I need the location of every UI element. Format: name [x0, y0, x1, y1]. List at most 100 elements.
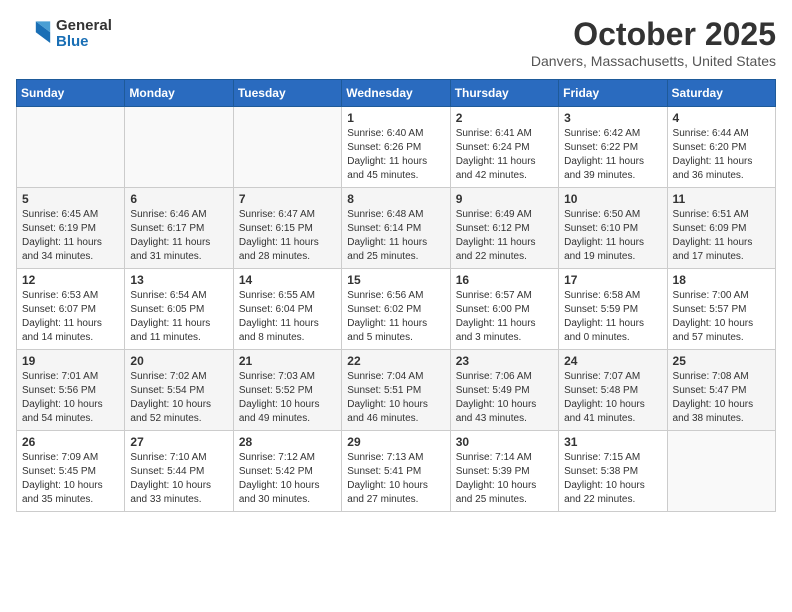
- calendar-cell: 16 Sunrise: 6:57 AMSunset: 6:00 PMDayligh…: [450, 269, 558, 350]
- day-info: Sunrise: 6:55 AMSunset: 6:04 PMDaylight:…: [239, 289, 336, 345]
- calendar-cell: 14Sunrise: 6:55 AMSunset: 6:04 PMDayligh…: [233, 269, 341, 350]
- calendar-cell: 27 Sunrise: 7:10 AMSunset: 5:44 PMDayligh…: [125, 431, 233, 512]
- calendar-cell: 18Sunrise: 7:00 AMSunset: 5:57 PMDayligh…: [667, 269, 775, 350]
- calendar-cell: 15Sunrise: 6:56 AMSunset: 6:02 PMDayligh…: [342, 269, 450, 350]
- logo-icon: [16, 16, 52, 52]
- day-number: 29: [347, 435, 444, 449]
- day-info: Sunrise: 7:08 AMSunset: 5:47 PMDaylight:…: [673, 370, 770, 426]
- day-number: 13: [130, 273, 227, 287]
- day-number: 9: [456, 192, 553, 206]
- calendar-cell: 21 Sunrise: 7:03 AMSunset: 5:52 PMDayligh…: [233, 350, 341, 431]
- day-info: Sunrise: 7:00 AMSunset: 5:57 PMDaylight:…: [673, 289, 770, 345]
- calendar-cell: 31 Sunrise: 7:15 AMSunset: 5:38 PMDayligh…: [559, 431, 667, 512]
- day-info: Sunrise: 7:07 AMSunset: 5:48 PMDaylight:…: [564, 370, 661, 426]
- calendar-cell: 22 Sunrise: 7:04 AMSunset: 5:51 PMDayligh…: [342, 350, 450, 431]
- day-number: 17: [564, 273, 661, 287]
- day-number: 5: [22, 192, 119, 206]
- day-info: Sunrise: 7:13 AMSunset: 5:41 PMDaylight:…: [347, 451, 444, 507]
- day-info: Sunrise: 7:03 AMSunset: 5:52 PMDaylight:…: [239, 370, 336, 426]
- calendar-cell: 17 Sunrise: 6:58 AMSunset: 5:59 PMDayligh…: [559, 269, 667, 350]
- day-info: Sunrise: 7:14 AMSunset: 5:39 PMDaylight:…: [456, 451, 553, 507]
- day-info: Sunrise: 6:40 AMSunset: 6:26 PMDaylight:…: [347, 127, 444, 183]
- calendar-week-row: 12 Sunrise: 6:53 AMSunset: 6:07 PMDayligh…: [17, 269, 776, 350]
- day-info: Sunrise: 6:51 AMSunset: 6:09 PMDaylight:…: [673, 208, 770, 264]
- day-info: Sunrise: 6:58 AMSunset: 5:59 PMDaylight:…: [564, 289, 661, 345]
- calendar-cell: 23 Sunrise: 7:06 AMSunset: 5:49 PMDayligh…: [450, 350, 558, 431]
- calendar-cell: 24 Sunrise: 7:07 AMSunset: 5:48 PMDayligh…: [559, 350, 667, 431]
- day-number: 24: [564, 354, 661, 368]
- day-number: 26: [22, 435, 119, 449]
- day-info: Sunrise: 6:49 AMSunset: 6:12 PMDaylight:…: [456, 208, 553, 264]
- calendar-cell: 30 Sunrise: 7:14 AMSunset: 5:39 PMDayligh…: [450, 431, 558, 512]
- calendar-cell: [125, 107, 233, 188]
- calendar-week-row: 5 Sunrise: 6:45 AMSunset: 6:19 PMDaylight…: [17, 188, 776, 269]
- day-info: Sunrise: 6:57 AMSunset: 6:00 PMDaylight:…: [456, 289, 553, 345]
- calendar-cell: 13 Sunrise: 6:54 AMSunset: 6:05 PMDayligh…: [125, 269, 233, 350]
- day-info: Sunrise: 7:06 AMSunset: 5:49 PMDaylight:…: [456, 370, 553, 426]
- day-header-sunday: Sunday: [17, 80, 125, 107]
- day-info: Sunrise: 7:15 AMSunset: 5:38 PMDaylight:…: [564, 451, 661, 507]
- day-info: Sunrise: 6:46 AMSunset: 6:17 PMDaylight:…: [130, 208, 227, 264]
- logo-general: General: [56, 18, 112, 35]
- day-number: 27: [130, 435, 227, 449]
- day-number: 19: [22, 354, 119, 368]
- day-info: Sunrise: 7:09 AMSunset: 5:45 PMDaylight:…: [22, 451, 119, 507]
- day-number: 3: [564, 111, 661, 125]
- calendar-cell: 11Sunrise: 6:51 AMSunset: 6:09 PMDayligh…: [667, 188, 775, 269]
- day-number: 6: [130, 192, 227, 206]
- day-header-friday: Friday: [559, 80, 667, 107]
- calendar-cell: 7 Sunrise: 6:47 AMSunset: 6:15 PMDaylight…: [233, 188, 341, 269]
- day-info: Sunrise: 6:41 AMSunset: 6:24 PMDaylight:…: [456, 127, 553, 183]
- day-header-monday: Monday: [125, 80, 233, 107]
- day-number: 21: [239, 354, 336, 368]
- day-info: Sunrise: 7:04 AMSunset: 5:51 PMDaylight:…: [347, 370, 444, 426]
- calendar-cell: [17, 107, 125, 188]
- day-number: 20: [130, 354, 227, 368]
- calendar-cell: 6 Sunrise: 6:46 AMSunset: 6:17 PMDaylight…: [125, 188, 233, 269]
- logo-text: General Blue: [56, 18, 112, 51]
- day-number: 31: [564, 435, 661, 449]
- day-info: Sunrise: 6:44 AMSunset: 6:20 PMDaylight:…: [673, 127, 770, 183]
- day-header-wednesday: Wednesday: [342, 80, 450, 107]
- day-number: 12: [22, 273, 119, 287]
- title-section: October 2025 Danvers, Massachusetts, Uni…: [531, 16, 776, 69]
- day-info: Sunrise: 6:54 AMSunset: 6:05 PMDaylight:…: [130, 289, 227, 345]
- day-number: 30: [456, 435, 553, 449]
- day-info: Sunrise: 7:12 AMSunset: 5:42 PMDaylight:…: [239, 451, 336, 507]
- calendar-cell: [667, 431, 775, 512]
- calendar-table: SundayMondayTuesdayWednesdayThursdayFrid…: [16, 79, 776, 512]
- calendar-cell: [233, 107, 341, 188]
- day-number: 4: [673, 111, 770, 125]
- day-info: Sunrise: 6:53 AMSunset: 6:07 PMDaylight:…: [22, 289, 119, 345]
- calendar-cell: 26 Sunrise: 7:09 AMSunset: 5:45 PMDayligh…: [17, 431, 125, 512]
- month-title: October 2025: [531, 16, 776, 53]
- day-number: 10: [564, 192, 661, 206]
- calendar-cell: 8Sunrise: 6:48 AMSunset: 6:14 PMDaylight…: [342, 188, 450, 269]
- day-number: 16: [456, 273, 553, 287]
- calendar-cell: 5 Sunrise: 6:45 AMSunset: 6:19 PMDaylight…: [17, 188, 125, 269]
- day-number: 25: [673, 354, 770, 368]
- day-header-tuesday: Tuesday: [233, 80, 341, 107]
- logo-blue: Blue: [56, 34, 112, 51]
- page-header: General Blue October 2025 Danvers, Massa…: [16, 16, 776, 69]
- day-number: 7: [239, 192, 336, 206]
- day-info: Sunrise: 7:10 AMSunset: 5:44 PMDaylight:…: [130, 451, 227, 507]
- day-number: 15: [347, 273, 444, 287]
- day-number: 23: [456, 354, 553, 368]
- day-info: Sunrise: 7:02 AMSunset: 5:54 PMDaylight:…: [130, 370, 227, 426]
- day-number: 2: [456, 111, 553, 125]
- day-info: Sunrise: 7:01 AMSunset: 5:56 PMDaylight:…: [22, 370, 119, 426]
- calendar-week-row: 1Sunrise: 6:40 AMSunset: 6:26 PMDaylight…: [17, 107, 776, 188]
- calendar-week-row: 26 Sunrise: 7:09 AMSunset: 5:45 PMDayligh…: [17, 431, 776, 512]
- day-number: 22: [347, 354, 444, 368]
- day-info: Sunrise: 6:48 AMSunset: 6:14 PMDaylight:…: [347, 208, 444, 264]
- calendar-cell: 25 Sunrise: 7:08 AMSunset: 5:47 PMDayligh…: [667, 350, 775, 431]
- day-info: Sunrise: 6:45 AMSunset: 6:19 PMDaylight:…: [22, 208, 119, 264]
- day-number: 28: [239, 435, 336, 449]
- calendar-cell: 19 Sunrise: 7:01 AMSunset: 5:56 PMDayligh…: [17, 350, 125, 431]
- calendar-cell: 10Sunrise: 6:50 AMSunset: 6:10 PMDayligh…: [559, 188, 667, 269]
- day-info: Sunrise: 6:42 AMSunset: 6:22 PMDaylight:…: [564, 127, 661, 183]
- calendar-week-row: 19 Sunrise: 7:01 AMSunset: 5:56 PMDayligh…: [17, 350, 776, 431]
- day-header-saturday: Saturday: [667, 80, 775, 107]
- day-info: Sunrise: 6:47 AMSunset: 6:15 PMDaylight:…: [239, 208, 336, 264]
